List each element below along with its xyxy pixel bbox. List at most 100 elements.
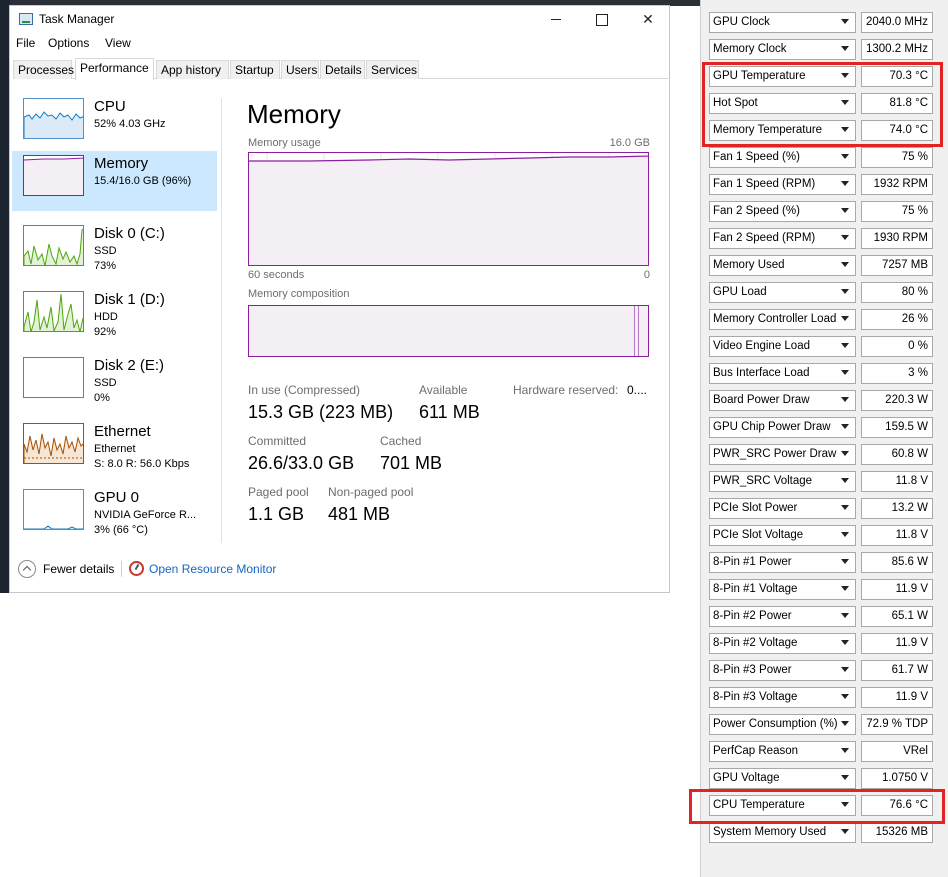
sensor-name-dropdown[interactable]: 8-Pin #3 Voltage — [709, 687, 856, 708]
chevron-up-icon[interactable] — [18, 560, 36, 578]
sensor-name-dropdown[interactable]: Video Engine Load — [709, 336, 856, 357]
device-detail: NVIDIA GeForce R... — [94, 509, 197, 521]
sensor-name-dropdown[interactable]: GPU Clock — [709, 12, 856, 33]
memory-composition-bar[interactable] — [248, 305, 649, 357]
fewer-details-button[interactable]: Fewer details — [43, 562, 114, 576]
sensor-row: Video Engine Load 0 % — [701, 334, 948, 361]
sensor-name-dropdown[interactable]: System Memory Used — [709, 822, 856, 843]
sensor-name-dropdown[interactable]: Fan 2 Speed (RPM) — [709, 228, 856, 249]
sensor-name-dropdown[interactable]: GPU Voltage — [709, 768, 856, 789]
device-item-cpu[interactable]: CPU 52% 4.03 GHz — [12, 94, 217, 154]
sensor-name-dropdown[interactable]: Fan 1 Speed (RPM) — [709, 174, 856, 195]
sensor-name-label: 8-Pin #2 Power — [713, 610, 792, 622]
dropdown-arrow-icon[interactable] — [841, 829, 849, 834]
sensor-name-dropdown[interactable]: Board Power Draw — [709, 390, 856, 411]
tab-details[interactable]: Details — [320, 60, 365, 79]
sensor-row: GPU Chip Power Draw 159.5 W — [701, 415, 948, 442]
dropdown-arrow-icon[interactable] — [841, 694, 849, 699]
tab-app-history[interactable]: App history — [156, 60, 229, 79]
sensor-name-dropdown[interactable]: 8-Pin #1 Voltage — [709, 579, 856, 600]
dropdown-arrow-icon[interactable] — [841, 586, 849, 591]
open-resource-monitor-link[interactable]: Open Resource Monitor — [149, 562, 276, 576]
sensor-name-label: Video Engine Load — [713, 340, 810, 352]
dropdown-arrow-icon[interactable] — [841, 19, 849, 24]
disk-1-thumbnail-graph — [23, 291, 84, 332]
sensor-row: System Memory Used 15326 MB — [701, 820, 948, 847]
device-detail: SSD — [94, 377, 117, 389]
dropdown-arrow-icon[interactable] — [841, 181, 849, 186]
dropdown-arrow-icon[interactable] — [841, 478, 849, 483]
sensor-row: Fan 1 Speed (RPM) 1932 RPM — [701, 172, 948, 199]
dropdown-arrow-icon[interactable] — [841, 451, 849, 456]
sensor-row: Bus Interface Load 3 % — [701, 361, 948, 388]
composition-segment-divider — [634, 306, 635, 356]
menu-view[interactable]: View — [105, 36, 131, 50]
sensor-value: 11.8 V — [861, 471, 933, 492]
device-item-ethernet[interactable]: Ethernet Ethernet S: 8.0 R: 56.0 Kbps — [12, 419, 217, 479]
dropdown-arrow-icon[interactable] — [841, 397, 849, 402]
close-button[interactable]: ✕ — [625, 6, 671, 33]
dropdown-arrow-icon[interactable] — [841, 775, 849, 780]
sensor-name-dropdown[interactable]: 8-Pin #2 Voltage — [709, 633, 856, 654]
dropdown-arrow-icon[interactable] — [841, 424, 849, 429]
minimize-button[interactable] — [533, 6, 579, 33]
device-item-gpu-0[interactable]: GPU 0 NVIDIA GeForce R... 3% (66 °C) — [12, 485, 217, 545]
dropdown-arrow-icon[interactable] — [841, 721, 849, 726]
sensor-name-dropdown[interactable]: 8-Pin #2 Power — [709, 606, 856, 627]
dropdown-arrow-icon[interactable] — [841, 559, 849, 564]
sensor-name-dropdown[interactable]: Power Consumption (%) — [709, 714, 856, 735]
sensor-name-dropdown[interactable]: Memory Controller Load — [709, 309, 856, 330]
dropdown-arrow-icon[interactable] — [841, 640, 849, 645]
device-item-disk-0[interactable]: Disk 0 (C:) SSD 73% — [12, 221, 217, 281]
device-item-disk-1[interactable]: Disk 1 (D:) HDD 92% — [12, 287, 217, 347]
dropdown-arrow-icon[interactable] — [841, 289, 849, 294]
sensor-value: 11.9 V — [861, 633, 933, 654]
dropdown-arrow-icon[interactable] — [841, 208, 849, 213]
sensor-value: 65.1 W — [861, 606, 933, 627]
sensor-name-dropdown[interactable]: PWR_SRC Voltage — [709, 471, 856, 492]
dropdown-arrow-icon[interactable] — [841, 370, 849, 375]
maximize-button[interactable] — [579, 6, 625, 33]
sensor-name-dropdown[interactable]: PerfCap Reason — [709, 741, 856, 762]
sensor-name-dropdown[interactable]: 8-Pin #1 Power — [709, 552, 856, 573]
dropdown-arrow-icon[interactable] — [841, 316, 849, 321]
dropdown-arrow-icon[interactable] — [841, 532, 849, 537]
sensor-name-dropdown[interactable]: Fan 1 Speed (%) — [709, 147, 856, 168]
sensor-name-dropdown[interactable]: Bus Interface Load — [709, 363, 856, 384]
sensor-name-dropdown[interactable]: PCIe Slot Voltage — [709, 525, 856, 546]
sensor-name-dropdown[interactable]: PWR_SRC Power Draw — [709, 444, 856, 465]
resource-monitor-icon[interactable] — [129, 561, 144, 576]
sensor-name-dropdown[interactable]: 8-Pin #3 Power — [709, 660, 856, 681]
dropdown-arrow-icon[interactable] — [841, 262, 849, 267]
device-item-disk-2[interactable]: Disk 2 (E:) SSD 0% — [12, 353, 217, 413]
device-item-memory[interactable]: Memory 15.4/16.0 GB (96%) — [12, 151, 217, 211]
dropdown-arrow-icon[interactable] — [841, 154, 849, 159]
menu-options[interactable]: Options — [48, 36, 89, 50]
tab-performance[interactable]: Performance — [75, 58, 154, 80]
tab-startup[interactable]: Startup — [230, 60, 280, 79]
dropdown-arrow-icon[interactable] — [841, 667, 849, 672]
sensor-name-dropdown[interactable]: GPU Load — [709, 282, 856, 303]
tab-users[interactable]: Users — [281, 60, 319, 79]
panel-divider[interactable] — [221, 98, 222, 543]
sensor-row: PCIe Slot Power 13.2 W — [701, 496, 948, 523]
committed-label: Committed — [248, 434, 307, 448]
title-bar[interactable]: Task Manager ✕ — [10, 6, 669, 33]
sensor-name-label: Memory Clock — [713, 43, 787, 55]
tab-processes[interactable]: Processes — [13, 60, 74, 79]
dropdown-arrow-icon[interactable] — [841, 505, 849, 510]
dropdown-arrow-icon[interactable] — [841, 46, 849, 51]
sensor-name-dropdown[interactable]: PCIe Slot Power — [709, 498, 856, 519]
dropdown-arrow-icon[interactable] — [841, 235, 849, 240]
dropdown-arrow-icon[interactable] — [841, 748, 849, 753]
dropdown-arrow-icon[interactable] — [841, 343, 849, 348]
tab-services[interactable]: Services — [366, 60, 419, 79]
device-name: Disk 2 (E:) — [94, 357, 165, 374]
sensor-name-dropdown[interactable]: Memory Used — [709, 255, 856, 276]
dropdown-arrow-icon[interactable] — [841, 613, 849, 618]
sensor-name-dropdown[interactable]: Memory Clock — [709, 39, 856, 60]
menu-file[interactable]: File — [16, 36, 35, 50]
sensor-value: 75 % — [861, 147, 933, 168]
sensor-name-dropdown[interactable]: Fan 2 Speed (%) — [709, 201, 856, 222]
sensor-name-dropdown[interactable]: GPU Chip Power Draw — [709, 417, 856, 438]
